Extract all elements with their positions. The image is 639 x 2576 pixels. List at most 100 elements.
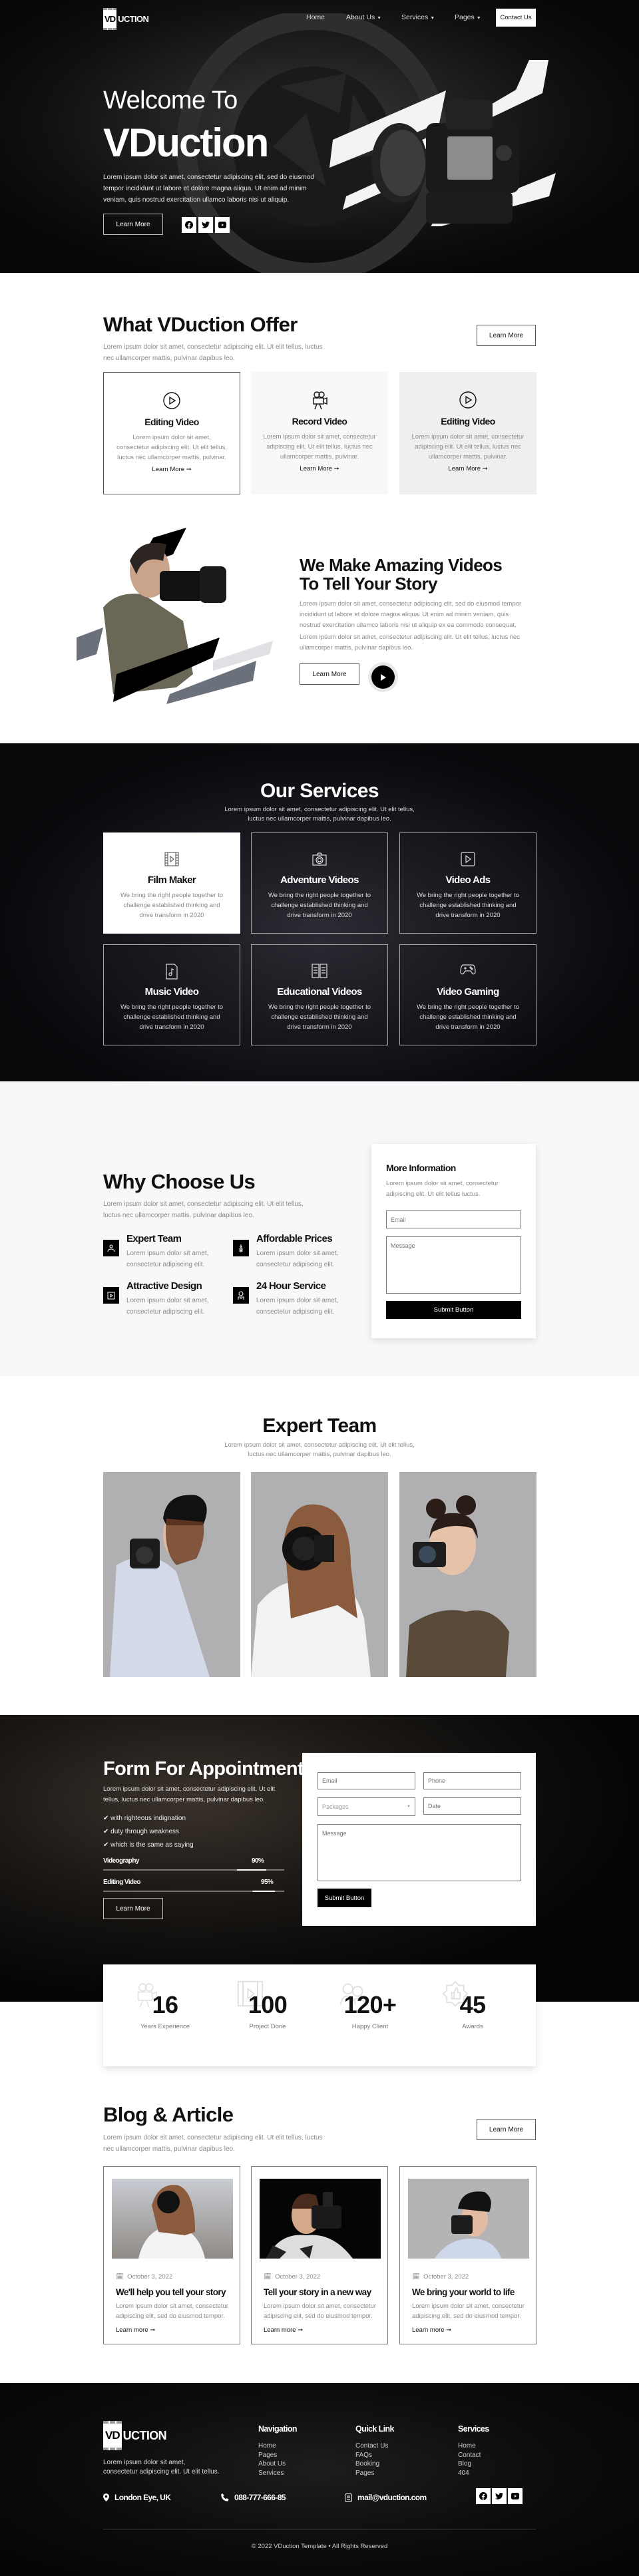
footer-phone[interactable]: 088-777-666-85 — [221, 2493, 286, 2502]
email-input[interactable] — [318, 1772, 415, 1789]
youtube-icon[interactable] — [215, 217, 230, 233]
blog-card[interactable]: 🗓 October 3, 2022 We bring your world to … — [399, 2166, 536, 2344]
chevron-down-icon: ▼ — [377, 16, 382, 21]
footer-link[interactable]: Contact Us — [355, 2442, 388, 2451]
stat-value: 120+ — [343, 1991, 397, 2018]
service-card[interactable]: Adventure Videos We bring the right peop… — [251, 832, 388, 934]
post-link[interactable]: Learn more ➞ — [412, 2326, 451, 2334]
twitter-icon[interactable] — [492, 2488, 507, 2504]
footer-logo[interactable]: VD UCTION — [103, 2421, 167, 2450]
check-icon: ✔ — [103, 1841, 109, 1849]
message-textarea[interactable] — [386, 1236, 521, 1294]
logo[interactable]: VD UCTION — [103, 8, 149, 30]
stat-item: 16 Years Experience — [125, 1983, 205, 2030]
nav-home[interactable]: Home — [306, 13, 325, 21]
checklist-item: ✔ with righteous indignation — [103, 1815, 186, 1822]
footer-link[interactable]: Pages — [355, 2469, 388, 2478]
post-title[interactable]: We'll help you tell your story — [116, 2287, 226, 2297]
facebook-icon[interactable] — [476, 2488, 491, 2504]
gamepad-icon — [400, 964, 536, 976]
offer-card-title: Editing Video — [441, 416, 495, 427]
footer-links-services: Home Contact Blog 404 — [458, 2442, 481, 2478]
facebook-icon[interactable] — [182, 217, 196, 233]
contact-us-button[interactable]: Contact Us — [496, 9, 536, 27]
select-value: Packages — [322, 1803, 349, 1810]
service-card[interactable]: Video Gaming We bring the right people t… — [399, 944, 536, 1045]
footer-link[interactable]: About Us — [258, 2460, 286, 2469]
blog-title: Blog & Article — [103, 2103, 234, 2126]
footer-link[interactable]: Booking — [355, 2460, 388, 2469]
feature-title: Expert Team — [126, 1233, 182, 1244]
footer-link[interactable]: FAQs — [355, 2451, 388, 2460]
footer-email[interactable]: mail@vduction.com — [345, 2493, 427, 2502]
email-input[interactable] — [386, 1210, 521, 1228]
offer-card-link[interactable]: Learn More ➞ — [251, 465, 388, 472]
calendar-icon: 🗓 — [116, 2273, 124, 2281]
offer-learn-more-button[interactable]: Learn More — [477, 325, 536, 346]
offer-card[interactable]: Record Video Lorem ipsum dolor sit amet,… — [251, 372, 388, 494]
hero-title: VDuction — [103, 120, 269, 165]
service-card[interactable]: Educational Videos We bring the right pe… — [251, 944, 388, 1045]
twitter-icon[interactable] — [198, 217, 213, 233]
submit-button[interactable]: Submit Button — [386, 1301, 521, 1319]
service-card[interactable]: Video Ads We bring the right people toge… — [399, 832, 536, 934]
about-text-2: Lorem ipsum dolor sit amet, consectetur … — [300, 634, 521, 651]
calendar-icon: 🗓 — [412, 2273, 421, 2281]
footer-link[interactable]: Blog — [458, 2460, 481, 2469]
date-text: October 3, 2022 — [423, 2273, 469, 2281]
offer-card[interactable]: Editing Video Lorem ipsum dolor sit amet… — [103, 372, 240, 494]
location-pin-icon — [103, 2493, 109, 2501]
blog-card[interactable]: 🗓 October 3, 2022 Tell your story in a ne… — [251, 2166, 388, 2344]
submit-button[interactable]: Submit Button — [318, 1889, 371, 1907]
footer-link[interactable]: Contact — [458, 2451, 481, 2460]
footer-link[interactable]: Home — [458, 2442, 481, 2451]
phone-input[interactable] — [423, 1772, 521, 1789]
date-input[interactable] — [423, 1797, 521, 1815]
offer-card-link[interactable]: Learn More ➞ — [399, 465, 536, 472]
check-icon: ✔ — [103, 1815, 109, 1822]
hero-learn-more-button[interactable]: Learn More — [103, 214, 163, 235]
nav-about-us[interactable]: About Us ▼ — [346, 13, 381, 21]
hero-section: VD UCTION Home About Us ▼ Services ▼ Pag… — [0, 0, 639, 273]
post-title[interactable]: Tell your story in a new way — [264, 2287, 371, 2297]
service-card[interactable]: Music Video We bring the right people to… — [103, 944, 240, 1045]
post-title[interactable]: We bring your world to life — [412, 2287, 515, 2297]
nav-services[interactable]: Services ▼ — [401, 13, 435, 21]
skill-percent: 90% — [252, 1857, 264, 1865]
footer-link[interactable]: Services — [258, 2469, 286, 2478]
skill-progress-bar — [103, 1869, 284, 1871]
offer-card-link[interactable]: Learn More ➞ — [104, 466, 240, 473]
feature-affordable-prices: Affordable Prices Lorem ipsum dolor sit … — [233, 1233, 353, 1273]
youtube-icon[interactable] — [508, 2488, 523, 2504]
offer-card[interactable]: Editing Video Lorem ipsum dolor sit amet… — [399, 372, 536, 494]
service-card[interactable]: Film Maker We bring the right people tog… — [103, 832, 240, 934]
form-text: Lorem ipsum dolor sit amet, consectetur … — [386, 1180, 499, 1198]
post-link[interactable]: Learn more ➞ — [116, 2326, 155, 2334]
phone-text: 088-777-666-85 — [234, 2493, 286, 2502]
nav-pages[interactable]: Pages ▼ — [455, 13, 481, 21]
footer-link[interactable]: 404 — [458, 2469, 481, 2478]
stat-value: 100 — [248, 1991, 288, 2018]
message-textarea[interactable] — [318, 1824, 521, 1881]
about-learn-more-button[interactable]: Learn More — [300, 663, 359, 685]
service-card-title: Adventure Videos — [280, 874, 359, 886]
blog-card[interactable]: 🗓 October 3, 2022 We'll help you tell you… — [103, 2166, 240, 2344]
service-card-title: Video Ads — [445, 874, 491, 886]
copyright: © 2022 VDuction Template • All Rights Re… — [251, 2543, 388, 2550]
hero-camera-image — [329, 60, 556, 226]
footer-link[interactable]: Home — [258, 2442, 286, 2451]
footer-link[interactable]: Pages — [258, 2451, 286, 2460]
stat-value: 45 — [459, 1991, 486, 2018]
blog-learn-more-button[interactable]: Learn More — [477, 2119, 536, 2140]
feature-expert-team: Expert Team Lorem ipsum dolor sit amet, … — [103, 1233, 223, 1273]
service-card-text: We bring the right people together to ch… — [268, 892, 371, 919]
phone-icon — [221, 2493, 229, 2501]
offer-card-text: Lorem ipsum dolor sit amet, consectetur … — [411, 433, 525, 460]
service-card-text: We bring the right people together to ch… — [416, 1004, 520, 1031]
appointment-learn-more-button[interactable]: Learn More — [103, 1898, 163, 1919]
post-link[interactable]: Learn more ➞ — [264, 2326, 303, 2334]
packages-select[interactable]: Packages ▼ — [318, 1797, 415, 1816]
footer-links-quick: Contact Us FAQs Booking Pages — [355, 2442, 388, 2478]
play-video-button[interactable] — [368, 662, 398, 692]
service-card-title: Music Video — [144, 986, 199, 998]
